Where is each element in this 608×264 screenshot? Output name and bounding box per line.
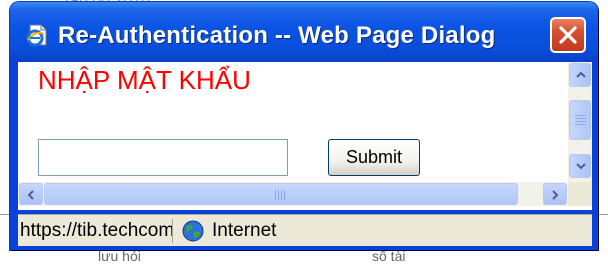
scroll-down-button[interactable] xyxy=(569,154,591,178)
status-bar: https://tib.techcombank.com.vn Internet xyxy=(18,214,592,246)
close-icon xyxy=(559,26,577,44)
horizontal-scroll-thumb[interactable] xyxy=(44,183,518,205)
ie-page-icon xyxy=(24,22,50,48)
security-zone: Internet xyxy=(178,217,578,245)
window-title: Re-Authentication -- Web Page Dialog xyxy=(58,22,496,49)
scroll-up-button[interactable] xyxy=(569,63,591,87)
chevron-left-icon xyxy=(27,190,34,200)
vertical-scroll-thumb[interactable] xyxy=(569,100,591,140)
dialog-window: Re-Authentication -- Web Page Dialog NHẬ… xyxy=(10,2,598,250)
vertical-scrollbar[interactable] xyxy=(568,62,592,182)
scroll-right-button[interactable] xyxy=(543,183,567,205)
chevron-down-icon xyxy=(576,163,586,170)
chevron-right-icon xyxy=(552,190,559,200)
background-page-text: sổ tài xyxy=(372,248,406,264)
dialog-content-area: NHẬP MẬT KHẨU Submit xyxy=(18,62,592,210)
globe-icon xyxy=(182,220,204,242)
background-page-text: lưu hỏi xyxy=(98,248,141,264)
title-bar[interactable]: Re-Authentication -- Web Page Dialog xyxy=(10,2,598,62)
zone-label: Internet xyxy=(212,220,277,241)
page-heading: NHẬP MẬT KHẨU xyxy=(38,65,251,95)
scrollbar-corner xyxy=(568,182,592,206)
scroll-left-button[interactable] xyxy=(19,183,43,205)
chevron-up-icon xyxy=(576,71,586,78)
password-input[interactable] xyxy=(38,139,288,176)
status-url: https://tib.techcombank.com.vn xyxy=(20,219,173,243)
page-content: NHẬP MẬT KHẨU Submit xyxy=(18,62,568,182)
horizontal-scrollbar[interactable] xyxy=(18,182,568,206)
submit-button[interactable]: Submit xyxy=(328,139,420,176)
close-button[interactable] xyxy=(550,17,586,53)
